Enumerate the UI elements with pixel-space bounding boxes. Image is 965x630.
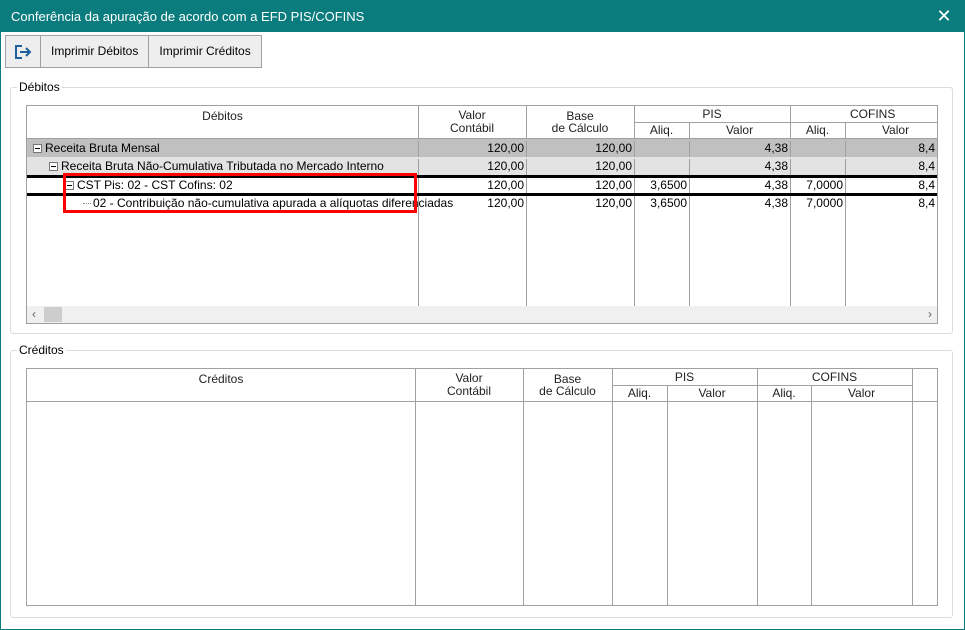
col-divider (667, 385, 668, 605)
collapse-toggle-icon[interactable] (49, 162, 58, 172)
cell-cofins-aliq (790, 159, 845, 176)
horizontal-scrollbar[interactable]: ‹ › (27, 306, 937, 323)
credits-group-label: Créditos (17, 343, 66, 357)
col-divider (415, 369, 416, 605)
col-header-cofins-valor[interactable]: Valor (845, 124, 937, 137)
col-header-debitos[interactable]: Débitos (27, 110, 418, 123)
col-header-pis: PIS (674, 371, 695, 384)
print-debits-button[interactable]: Imprimir Débitos (41, 36, 150, 67)
title-bar: Conferência da apuração de acordo com a … (1, 1, 964, 32)
scroll-left-icon[interactable]: ‹ (32, 307, 36, 321)
debits-grid[interactable]: Débitos Valor Contábil Base de Cálculo P… (26, 105, 938, 324)
header-divider (27, 401, 937, 402)
cell-cofins-valor: 8,4 (845, 196, 937, 213)
exit-button[interactable] (6, 36, 41, 67)
cell-cofins-valor: 8,4 (845, 141, 937, 158)
cell-cofins-valor: 8,4 (845, 159, 937, 176)
collapse-toggle-icon[interactable] (33, 144, 42, 154)
col-header-valor-contabil-1[interactable]: Valor (415, 372, 523, 385)
cell-base: 120,00 (526, 196, 634, 213)
col-divider (811, 385, 812, 605)
col-header-creditos[interactable]: Créditos (27, 373, 415, 386)
header-subdivider (612, 385, 912, 386)
col-header-base-2[interactable]: de Cálculo (526, 122, 634, 135)
row-label: Receita Bruta Não-Cumulativa Tributada n… (61, 159, 384, 173)
cell-valor-contabil: 120,00 (418, 196, 526, 213)
col-header-pis: PIS (702, 108, 722, 121)
col-header-valor-contabil-2[interactable]: Contábil (415, 385, 523, 398)
cell-pis-aliq (634, 159, 689, 176)
cell-pis-aliq: 3,6500 (634, 196, 689, 213)
highlight-box (63, 173, 417, 213)
print-credits-button[interactable]: Imprimir Créditos (149, 36, 260, 67)
cell-valor-contabil: 120,00 (418, 159, 526, 176)
col-header-pis-aliq[interactable]: Aliq. (612, 387, 667, 400)
cell-pis-valor: 4,38 (689, 159, 790, 176)
cell-pis-aliq (634, 141, 689, 158)
col-divider (757, 369, 758, 605)
col-header-valor-contabil-1[interactable]: Valor (418, 109, 526, 122)
col-header-cofins-aliq[interactable]: Aliq. (757, 387, 811, 400)
row-label: Receita Bruta Mensal (45, 141, 160, 155)
scroll-right-icon[interactable]: › (928, 307, 932, 321)
close-icon[interactable]: ✕ (932, 5, 956, 27)
dialog-window: Conferência da apuração de acordo com a … (0, 0, 965, 630)
window-title: Conferência da apuração de acordo com a … (11, 9, 365, 24)
cell-base: 120,00 (526, 141, 634, 158)
col-header-cofins: COFINS (811, 371, 858, 384)
col-divider (523, 369, 524, 605)
cell-cofins-aliq: 7,0000 (790, 196, 845, 213)
cell-cofins-aliq (790, 141, 845, 158)
col-header-pis-aliq[interactable]: Aliq. (634, 124, 689, 137)
cell-base: 120,00 (526, 159, 634, 176)
col-header-valor-contabil-2[interactable]: Contábil (418, 122, 526, 135)
cell-pis-valor: 4,38 (689, 141, 790, 158)
toolbar: Imprimir Débitos Imprimir Créditos (5, 35, 262, 68)
col-header-cofins-valor[interactable]: Valor (811, 387, 912, 400)
debits-group-label: Débitos (17, 80, 62, 94)
col-divider (612, 369, 613, 605)
cell-valor-contabil: 120,00 (418, 141, 526, 158)
col-header-base-2[interactable]: de Cálculo (523, 385, 612, 398)
cell-pis-valor: 4,38 (689, 196, 790, 213)
col-header-pis-valor[interactable]: Valor (689, 124, 790, 137)
col-header-cofins: COFINS (850, 108, 896, 121)
credits-grid[interactable]: Créditos Valor Contábil Base de Cálculo … (26, 368, 938, 606)
header-subdivider (634, 122, 937, 123)
table-row[interactable]: Receita Bruta Mensal 120,00 120,00 4,38 8,4 (27, 139, 937, 158)
exit-icon (15, 44, 32, 59)
col-divider (912, 369, 913, 605)
col-header-cofins-aliq[interactable]: Aliq. (790, 124, 845, 137)
col-header-pis-valor[interactable]: Valor (667, 387, 757, 400)
scrollbar-thumb[interactable] (44, 307, 62, 322)
